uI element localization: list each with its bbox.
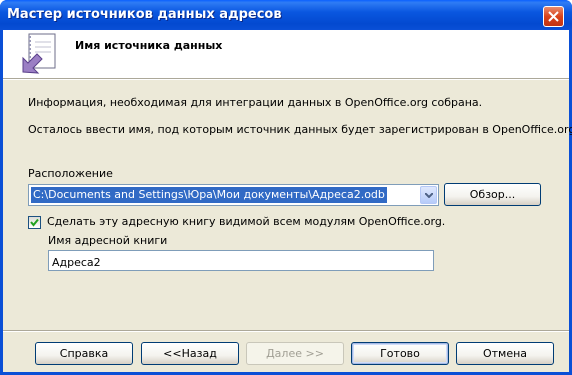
help-button-label: Справка bbox=[59, 347, 109, 360]
location-value: C:\Documents and Settings\Юра\Мои докуме… bbox=[31, 187, 387, 203]
dialog-window: Мастер источников данных адресов Имя ист… bbox=[0, 0, 572, 375]
chevron-down-icon bbox=[425, 193, 433, 198]
location-dropdown-button[interactable] bbox=[420, 186, 437, 204]
addressbook-name-label: Имя адресной книги bbox=[48, 234, 168, 247]
wizard-header: Имя источника данных bbox=[3, 30, 569, 78]
browse-button[interactable]: Обзор... bbox=[444, 183, 541, 206]
header-title: Имя источника данных bbox=[75, 39, 223, 52]
finish-button-label: Готово bbox=[380, 347, 420, 360]
next-button: Далее >> bbox=[246, 342, 344, 365]
back-button[interactable]: <<Назад bbox=[141, 342, 239, 365]
dialog-client-area: Имя источника данных Информация, необход… bbox=[3, 30, 572, 372]
help-button[interactable]: Справка bbox=[35, 342, 133, 365]
cancel-button[interactable]: Отмена bbox=[456, 342, 554, 365]
close-icon bbox=[548, 11, 559, 22]
checkmark-icon bbox=[30, 218, 39, 227]
info-text-2: Осталось ввести имя, под которым источни… bbox=[28, 123, 572, 136]
next-button-label: Далее >> bbox=[266, 347, 324, 360]
cancel-button-label: Отмена bbox=[482, 347, 528, 360]
addressbook-name-field[interactable] bbox=[48, 250, 434, 271]
visible-to-all-checkbox[interactable] bbox=[28, 216, 41, 229]
addressbook-name-input[interactable] bbox=[52, 254, 422, 271]
visible-to-all-label[interactable]: Сделать эту адресную книгу видимой всем … bbox=[47, 215, 445, 228]
back-button-label: <<Назад bbox=[163, 347, 217, 360]
close-button[interactable] bbox=[543, 6, 564, 27]
location-combobox[interactable]: C:\Documents and Settings\Юра\Мои докуме… bbox=[28, 184, 439, 206]
info-text-1: Информация, необходимая для интеграции д… bbox=[28, 96, 483, 109]
finish-button[interactable]: Готово bbox=[351, 342, 449, 365]
footer-divider-highlight bbox=[3, 331, 569, 332]
title-bar[interactable]: Мастер источников данных адресов bbox=[0, 0, 572, 30]
location-label: Расположение bbox=[28, 167, 113, 180]
address-book-wizard-icon bbox=[17, 32, 61, 80]
browse-button-label: Обзор... bbox=[469, 188, 516, 201]
window-title: Мастер источников данных адресов bbox=[7, 7, 282, 22]
header-divider-highlight bbox=[3, 79, 569, 80]
